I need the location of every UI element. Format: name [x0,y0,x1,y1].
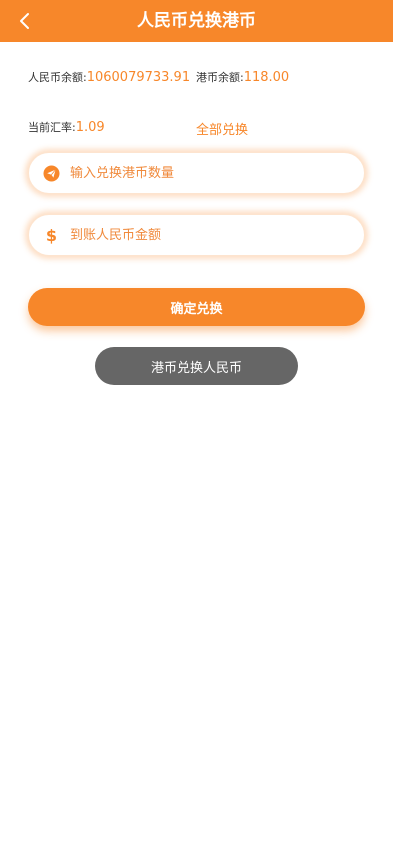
cny-balance: 人民币余额:1060079733.91 [28,69,190,85]
exchange-all-link[interactable]: 全部兑换 [196,119,248,138]
cny-balance-value: 1060079733.91 [86,70,191,85]
exchange-rate-value: 1.09 [75,120,105,135]
header-bar: 人民币兑换港币 [0,0,393,42]
exchange-rate: 当前汇率:1.09 [28,119,105,135]
svg-text:$: $ [46,227,57,244]
hkd-amount-input[interactable] [70,165,330,181]
dollar-icon: $ [43,227,60,244]
cny-balance-label: 人民币余额: [28,71,87,84]
cny-amount-field[interactable]: $ [28,214,365,256]
confirm-exchange-button[interactable]: 确定兑换 [28,288,365,326]
page-title: 人民币兑换港币 [137,11,256,31]
hkd-balance: 港币余额:118.00 [196,69,289,85]
hkd-amount-field[interactable] [28,152,365,194]
exchange-rate-label: 当前汇率: [28,121,76,134]
hkd-balance-label: 港币余额: [196,71,244,84]
send-icon [43,165,60,182]
cny-amount-input[interactable] [70,227,330,243]
switch-direction-button[interactable]: 港币兑换人民币 [95,347,298,385]
hkd-balance-value: 118.00 [243,70,290,85]
